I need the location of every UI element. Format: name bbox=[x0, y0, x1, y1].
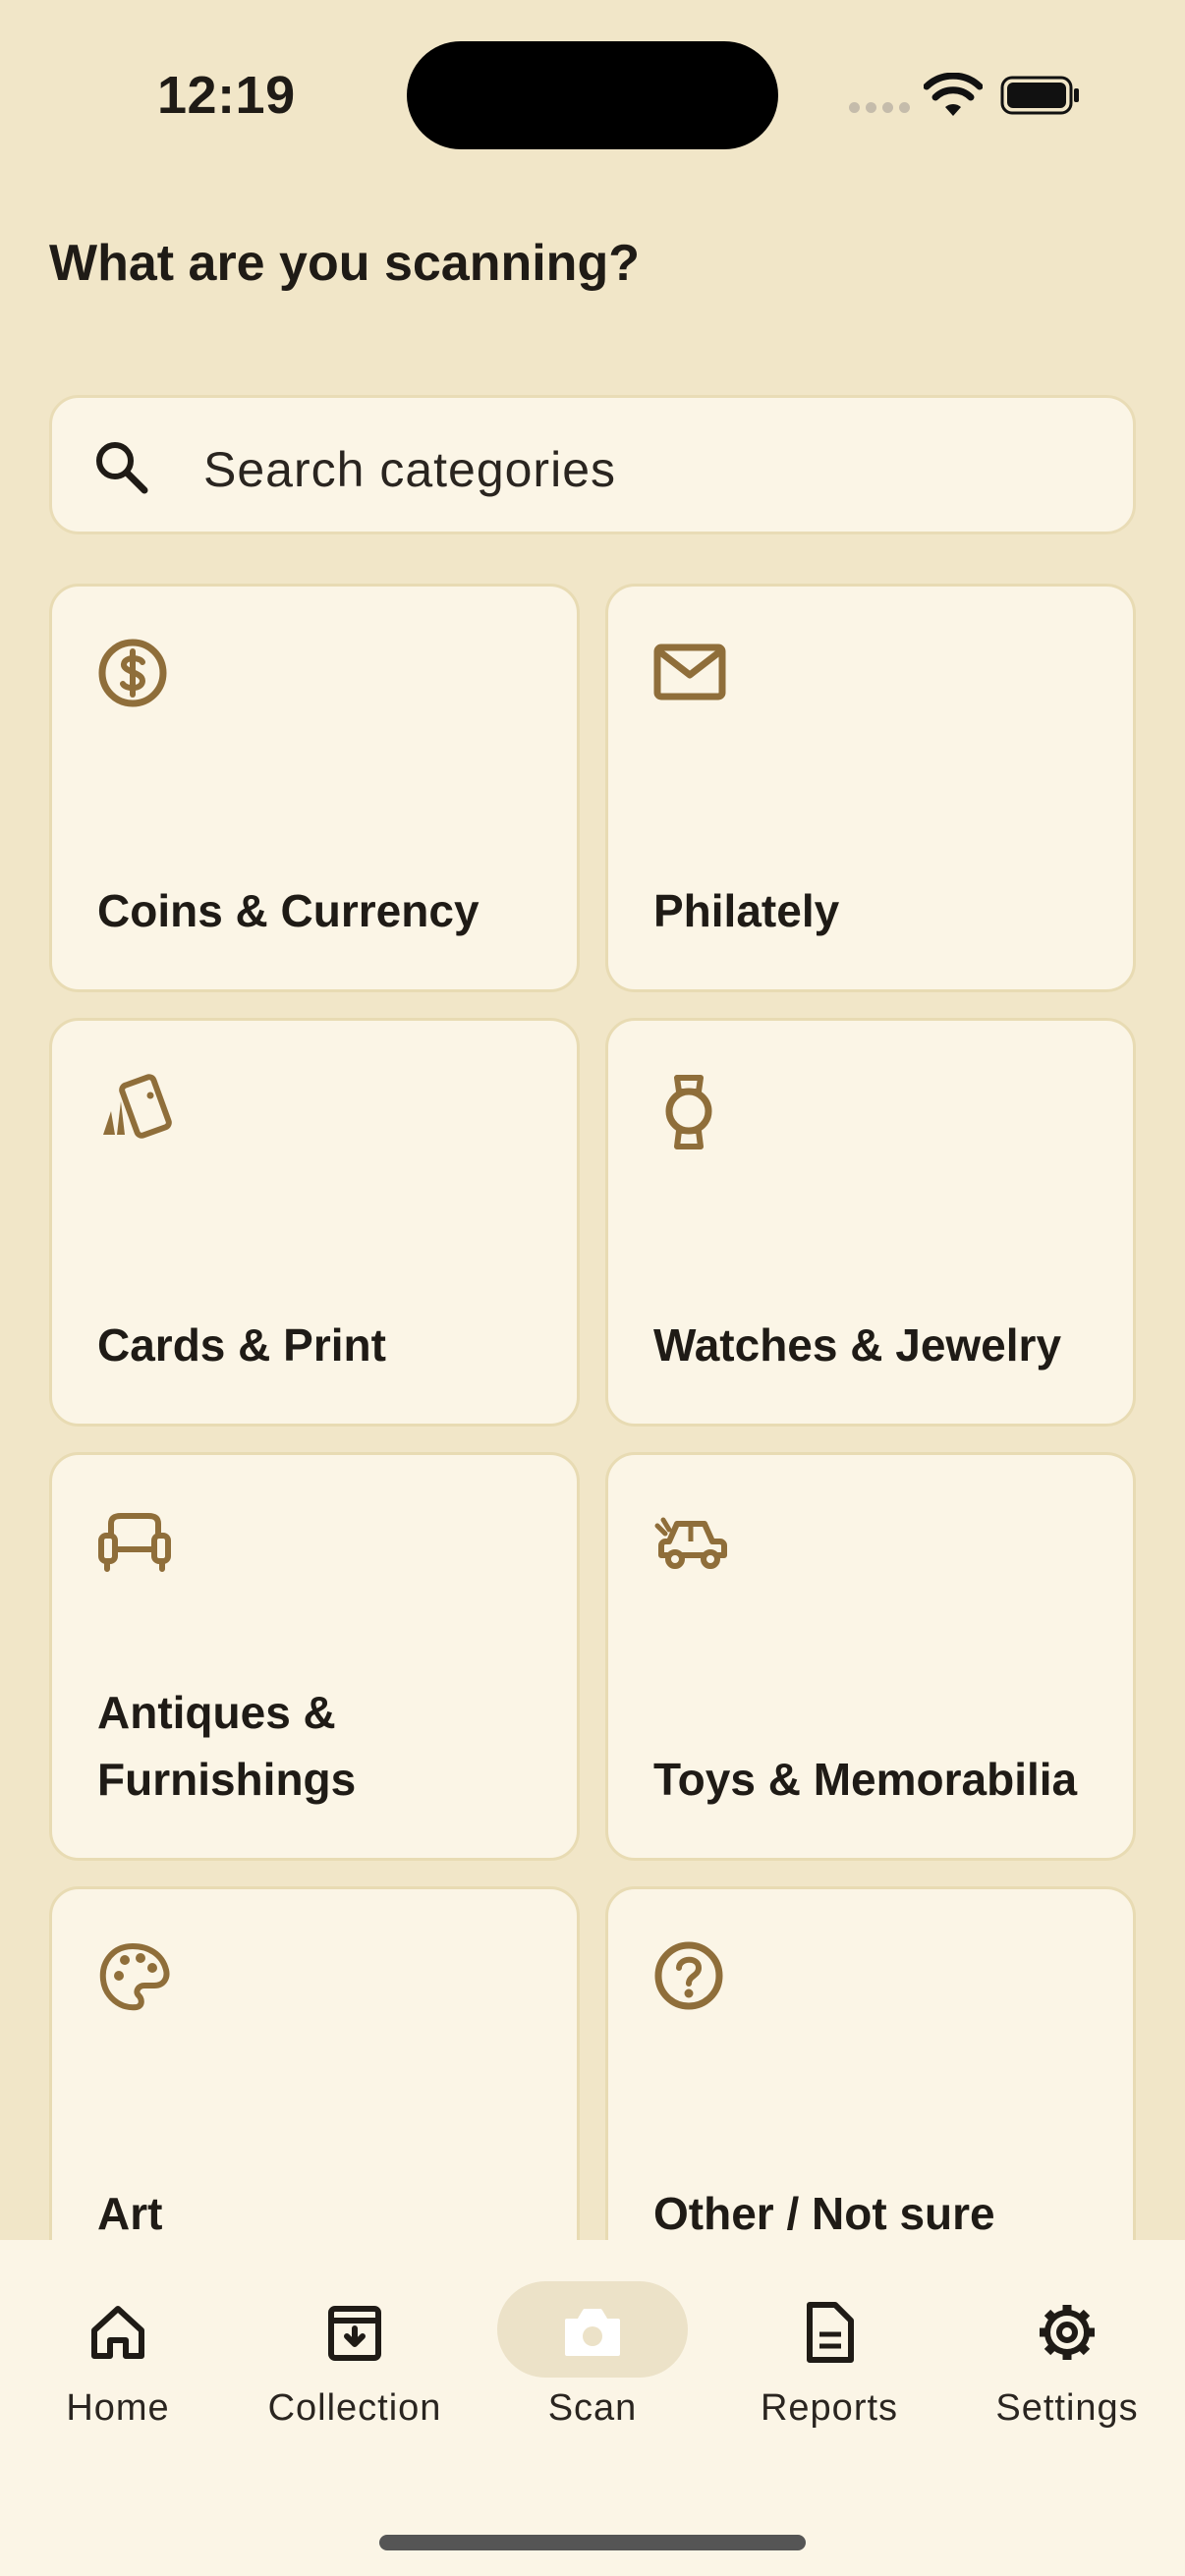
category-card-coins[interactable]: Coins & Currency bbox=[49, 584, 580, 992]
nav-label: Settings bbox=[995, 2387, 1139, 2429]
nav-home[interactable]: Home bbox=[0, 2277, 236, 2444]
category-label: Philately bbox=[653, 885, 840, 936]
nav-reports[interactable]: Reports bbox=[711, 2277, 947, 2444]
camera-icon bbox=[565, 2309, 620, 2356]
gear-icon bbox=[1040, 2305, 1095, 2360]
document-icon bbox=[807, 2302, 854, 2363]
wifi-icon bbox=[924, 73, 983, 116]
nav-settings[interactable]: Settings bbox=[949, 2277, 1185, 2444]
armchair-icon bbox=[98, 1513, 171, 1572]
category-label: Watches & Jewelry bbox=[653, 1319, 1062, 1371]
cards-icon bbox=[103, 1074, 172, 1139]
home-indicator[interactable] bbox=[379, 2535, 806, 2550]
nav-label: Reports bbox=[760, 2387, 899, 2429]
page-title: What are you scanning? bbox=[49, 235, 640, 292]
category-card-other[interactable]: Other / Not sure bbox=[605, 1886, 1136, 2295]
search-placeholder: Search categories bbox=[203, 442, 617, 497]
search-field[interactable]: Search categories bbox=[49, 395, 1136, 534]
category-card-cards-print[interactable]: Cards & Print bbox=[49, 1018, 580, 1427]
category-label: Art bbox=[97, 2188, 163, 2239]
category-card-watches[interactable]: Watches & Jewelry bbox=[605, 1018, 1136, 1427]
watch-icon bbox=[665, 1075, 712, 1149]
category-card-toys[interactable]: Toys & Memorabilia bbox=[605, 1452, 1136, 1861]
bottom-navigation: Home Collection Scan Reports Settings bbox=[0, 2240, 1185, 2576]
category-label: Cards & Print bbox=[97, 1319, 386, 1371]
nav-label: Scan bbox=[547, 2387, 638, 2429]
palette-icon bbox=[99, 1943, 170, 2011]
dynamic-island bbox=[407, 41, 778, 149]
category-card-antiques[interactable]: Antiques & Furnishings bbox=[49, 1452, 580, 1861]
nav-label: Home bbox=[66, 2387, 170, 2429]
toy-car-icon bbox=[654, 1517, 727, 1569]
question-circle-icon bbox=[654, 1941, 723, 2010]
category-card-art[interactable]: Art bbox=[49, 1886, 580, 2295]
category-label: Toys & Memorabilia bbox=[653, 1754, 1078, 1805]
screen: 12:19 What are you scanning? Search cate… bbox=[0, 0, 1185, 2576]
nav-label: Collection bbox=[267, 2387, 442, 2429]
envelope-icon bbox=[653, 644, 726, 700]
nav-scan[interactable]: Scan bbox=[475, 2277, 710, 2444]
home-icon bbox=[91, 2306, 144, 2359]
category-label: Antiques & Furnishings bbox=[97, 1687, 357, 1805]
category-label: Coins & Currency bbox=[97, 885, 480, 936]
dollar-coin-icon bbox=[98, 639, 167, 707]
archive-icon bbox=[328, 2306, 381, 2361]
category-label: Other / Not sure bbox=[653, 2188, 995, 2239]
category-card-philately[interactable]: Philately bbox=[605, 584, 1136, 992]
nav-collection[interactable]: Collection bbox=[237, 2277, 473, 2444]
search-icon bbox=[96, 442, 148, 494]
battery-icon bbox=[1000, 76, 1079, 115]
cellular-signal-icon bbox=[849, 102, 910, 113]
status-time: 12:19 bbox=[157, 66, 296, 125]
